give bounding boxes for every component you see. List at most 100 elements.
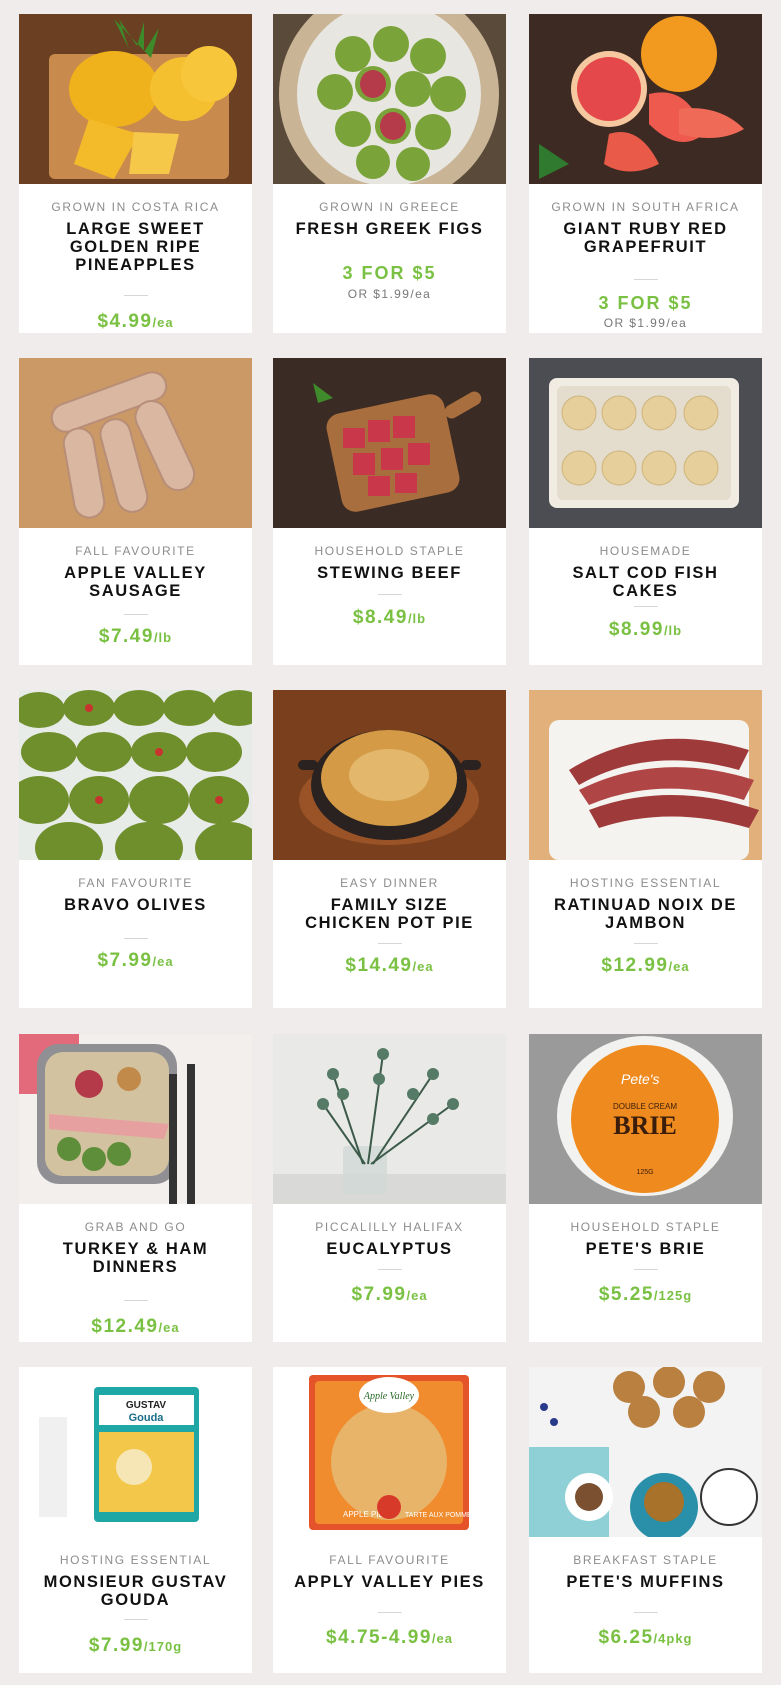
product-card[interactable]: FAN FAVOURITE BRAVO OLIVES $7.99/ea	[19, 690, 252, 1008]
divider	[378, 1612, 402, 1613]
svg-text:125G: 125G	[636, 1169, 653, 1176]
product-card[interactable]: EASY DINNER FAMILY SIZE CHICKEN POT PIE …	[273, 690, 506, 1008]
product-title[interactable]: GIANT RUBY RED GRAPEFRUIT	[543, 220, 748, 256]
product-origin: HOUSEHOLD STAPLE	[570, 1220, 721, 1234]
product-card[interactable]: PICCALILLY HALIFAX EUCALYPTUS $7.99/ea	[273, 1034, 506, 1342]
divider	[378, 943, 402, 944]
divider	[634, 1612, 658, 1613]
product-price: $7.99/170g	[88, 1635, 183, 1656]
product-title[interactable]: APPLY VALLEY PIES	[287, 1573, 492, 1591]
product-card[interactable]: HOUSEHOLD STAPLE STEWING BEEF $8.49/lb	[273, 358, 506, 665]
divider	[124, 295, 148, 296]
divider	[634, 1269, 658, 1270]
product-title[interactable]: SALT COD FISH CAKES	[543, 564, 748, 600]
svg-text:TARTE AUX POMMES: TARTE AUX POMMES	[405, 1512, 477, 1519]
product-price: $4.75-4.99/ea	[326, 1627, 453, 1648]
divider	[378, 594, 402, 595]
product-origin: HOSTING ESSENTIAL	[59, 1553, 212, 1567]
product-price: $7.99/ea	[97, 950, 174, 971]
product-origin: EASY DINNER	[340, 876, 439, 890]
product-origin: FALL FAVOURITE	[329, 1553, 450, 1567]
product-origin: GROWN IN COSTA RICA	[51, 200, 220, 214]
potpie-image[interactable]	[273, 690, 506, 860]
figs-image[interactable]	[273, 14, 506, 184]
olives-image[interactable]	[19, 690, 252, 860]
product-card[interactable]: GROWN IN GREECE FRESH GREEK FIGS 3 FOR $…	[273, 14, 506, 333]
pies-image[interactable]: Apple Valley APPLE PIE TARTE AUX POMMES	[273, 1367, 506, 1537]
product-title[interactable]: RATINUAD NOIX DE JAMBON	[543, 896, 748, 932]
beef-image[interactable]	[273, 358, 506, 528]
product-price: $12.49/ea	[91, 1316, 180, 1337]
product-card[interactable]: GROWN IN COSTA RICA LARGE SWEET GOLDEN R…	[19, 14, 252, 333]
product-card[interactable]: FALL FAVOURITE APPLE VALLEY SAUSAGE $7.4…	[19, 358, 252, 665]
product-card[interactable]: BREAKFAST STAPLE PETE'S MUFFINS $6.25/4p…	[529, 1367, 762, 1673]
divider	[634, 606, 658, 607]
product-card[interactable]: GROWN IN SOUTH AFRICA GIANT RUBY RED GRA…	[529, 14, 762, 333]
product-origin: FAN FAVOURITE	[78, 876, 193, 890]
divider	[124, 938, 148, 939]
alt-price: OR $1.99/ea	[347, 287, 432, 301]
alt-price: OR $1.99/ea	[603, 316, 688, 330]
product-title[interactable]: PETE'S MUFFINS	[543, 1573, 748, 1591]
product-price: $14.49/ea	[345, 955, 434, 976]
product-origin: GRAB AND GO	[84, 1220, 187, 1234]
jambon-image[interactable]	[529, 690, 762, 860]
product-title[interactable]: TURKEY & HAM DINNERS	[33, 1240, 238, 1276]
divider	[634, 943, 658, 944]
divider	[124, 1619, 148, 1620]
eucalyptus-image[interactable]	[273, 1034, 506, 1204]
product-card[interactable]: GRAB AND GO TURKEY & HAM DINNERS $12.49/…	[19, 1034, 252, 1342]
svg-text:DOUBLE CREAM: DOUBLE CREAM	[613, 1102, 677, 1111]
sausage-image[interactable]	[19, 358, 252, 528]
svg-text:GUSTAV: GUSTAV	[126, 1400, 167, 1411]
grapefruit-image[interactable]	[529, 14, 762, 184]
product-price: $12.99/ea	[601, 955, 690, 976]
brie-image[interactable]: Pete's DOUBLE CREAM BRIE 125G	[529, 1034, 762, 1204]
product-price: $6.25/4pkg	[598, 1627, 693, 1648]
pineapple-image[interactable]	[19, 14, 252, 184]
svg-text:BRIE: BRIE	[613, 1111, 677, 1140]
deal-price: 3 FOR $5	[342, 263, 437, 283]
product-price: $8.49/lb	[352, 607, 427, 628]
product-origin: FALL FAVOURITE	[75, 544, 196, 558]
gouda-image[interactable]: GUSTAV Gouda	[19, 1367, 252, 1537]
deal-price: 3 FOR $5	[598, 293, 693, 313]
product-origin: GROWN IN GREECE	[319, 200, 460, 214]
divider	[378, 1269, 402, 1270]
product-title[interactable]: APPLE VALLEY SAUSAGE	[33, 564, 238, 600]
fishcakes-image[interactable]	[529, 358, 762, 528]
product-origin: HOUSEHOLD STAPLE	[314, 544, 465, 558]
product-origin: HOUSEMADE	[599, 544, 692, 558]
svg-text:Apple Valley: Apple Valley	[363, 1391, 415, 1402]
product-origin: BREAKFAST STAPLE	[573, 1553, 718, 1567]
product-price: $7.99/ea	[351, 1284, 428, 1305]
product-card[interactable]: GUSTAV Gouda HOSTING ESSENTIAL MONSIEUR …	[19, 1367, 252, 1673]
product-title[interactable]: PETE'S BRIE	[543, 1240, 748, 1258]
product-card[interactable]: HOSTING ESSENTIAL RATINUAD NOIX DE JAMBO…	[529, 690, 762, 1008]
product-origin: HOSTING ESSENTIAL	[569, 876, 722, 890]
product-title[interactable]: MONSIEUR GUSTAV GOUDA	[33, 1573, 238, 1609]
product-title[interactable]: FAMILY SIZE CHICKEN POT PIE	[287, 896, 492, 932]
svg-text:Gouda: Gouda	[129, 1412, 165, 1424]
product-origin: PICCALILLY HALIFAX	[315, 1220, 464, 1234]
product-card[interactable]: Apple Valley APPLE PIE TARTE AUX POMMES …	[273, 1367, 506, 1673]
product-price: $5.25/125g	[598, 1284, 693, 1305]
product-price: $7.49/lb	[98, 626, 173, 647]
svg-text:APPLE PIE: APPLE PIE	[343, 1510, 384, 1519]
svg-text:Pete's: Pete's	[621, 1071, 659, 1087]
dinner-image[interactable]	[19, 1034, 252, 1204]
product-card[interactable]: HOUSEMADE SALT COD FISH CAKES $8.99/lb	[529, 358, 762, 665]
muffins-image[interactable]	[529, 1367, 762, 1537]
divider	[124, 1300, 148, 1301]
product-origin: GROWN IN SOUTH AFRICA	[551, 200, 740, 214]
product-title[interactable]: EUCALYPTUS	[287, 1240, 492, 1258]
product-price: $4.99/ea	[97, 311, 174, 332]
product-title[interactable]: FRESH GREEK FIGS	[287, 220, 492, 238]
divider	[634, 279, 658, 280]
product-title[interactable]: BRAVO OLIVES	[33, 896, 238, 914]
divider	[124, 614, 148, 615]
product-title[interactable]: STEWING BEEF	[287, 564, 492, 582]
product-price: $8.99/lb	[608, 619, 683, 640]
product-title[interactable]: LARGE SWEET GOLDEN RIPE PINEAPPLES	[33, 220, 238, 274]
product-card[interactable]: Pete's DOUBLE CREAM BRIE 125G HOUSEHOLD …	[529, 1034, 762, 1342]
